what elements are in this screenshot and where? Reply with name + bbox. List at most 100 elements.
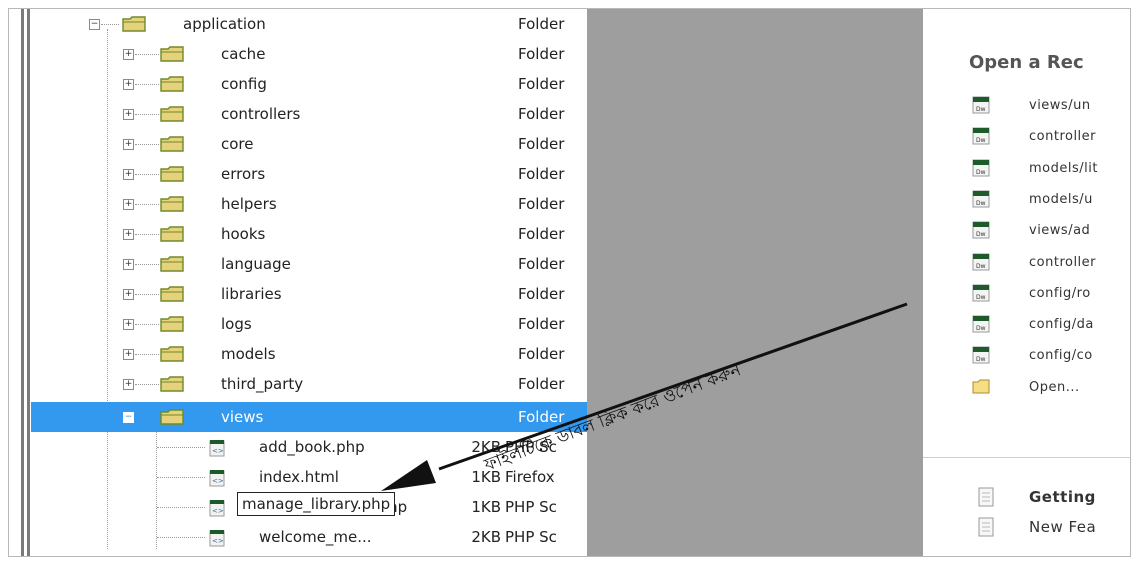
recent-file-link[interactable]: views/un xyxy=(1029,98,1091,113)
svg-text:Dw: Dw xyxy=(976,231,986,238)
expand-icon[interactable]: + xyxy=(123,289,134,300)
tree-root-row[interactable]: − application Folder xyxy=(31,9,587,39)
tree-connector xyxy=(135,54,159,55)
file-name: index.html xyxy=(259,468,339,486)
folder-name: views xyxy=(221,408,264,426)
expand-icon[interactable]: + xyxy=(123,199,134,210)
tree-connector xyxy=(135,84,159,85)
dreamweaver-file-icon: Dw xyxy=(972,221,990,239)
tree-folder-row[interactable]: + language Folder xyxy=(31,249,587,279)
recent-file-link[interactable]: config/ro xyxy=(1029,286,1091,301)
tree-connector xyxy=(135,174,159,175)
tree-folder-row[interactable]: + errors Folder xyxy=(31,159,587,189)
folder-icon xyxy=(160,106,184,122)
tree-connector xyxy=(135,294,159,295)
tree-connector xyxy=(135,264,159,265)
tree-connector xyxy=(101,24,119,25)
folder-icon xyxy=(160,409,184,425)
expand-icon[interactable]: + xyxy=(123,139,134,150)
file-name: welcome_me... xyxy=(259,528,372,546)
tree-folder-row[interactable]: + cache Folder xyxy=(31,39,587,69)
folder-icon xyxy=(160,226,184,242)
tree-folder-row[interactable]: + config Folder xyxy=(31,69,587,99)
document-icon xyxy=(978,487,994,507)
tree-connector xyxy=(135,234,159,235)
edge-bar xyxy=(21,9,24,556)
tree-connector xyxy=(135,354,159,355)
dreamweaver-file-icon: Dw xyxy=(972,346,990,364)
folder-type: Folder xyxy=(518,315,565,333)
recent-file-link[interactable]: controller xyxy=(1029,129,1096,144)
file-name: add_book.php xyxy=(259,438,365,456)
expand-icon[interactable]: + xyxy=(123,319,134,330)
expand-icon[interactable]: + xyxy=(123,79,134,90)
php-file-icon: <> xyxy=(209,440,225,457)
php-file-icon: <> xyxy=(209,500,225,517)
tree-folder-row-selected[interactable]: − views Folder xyxy=(31,402,587,432)
left-edge-bars xyxy=(21,9,31,556)
folder-type: Folder xyxy=(518,165,565,183)
dreamweaver-file-icon: Dw xyxy=(972,253,990,270)
tree-folder-row[interactable]: + models Folder xyxy=(31,339,587,369)
collapse-icon[interactable]: − xyxy=(123,412,134,423)
tree-connector xyxy=(157,537,205,538)
tree-folder-row[interactable]: + logs Folder xyxy=(31,309,587,339)
tree-connector xyxy=(135,144,159,145)
recent-file-link[interactable]: config/da xyxy=(1029,317,1094,332)
folder-icon xyxy=(160,136,184,152)
file-tree: − application Folder + cache Folder + config… xyxy=(31,9,587,556)
folder-name: cache xyxy=(221,45,266,63)
folder-icon xyxy=(122,16,146,32)
dreamweaver-file-icon: Dw xyxy=(972,96,990,114)
help-link[interactable]: Getting xyxy=(1029,488,1096,506)
tree-folder-row[interactable]: + helpers Folder xyxy=(31,189,587,219)
expand-icon[interactable]: + xyxy=(123,379,134,390)
folder-name: language xyxy=(221,255,291,273)
expand-icon[interactable]: + xyxy=(123,229,134,240)
expand-icon[interactable]: + xyxy=(123,169,134,180)
folder-name: errors xyxy=(221,165,266,183)
tree-connector xyxy=(135,204,159,205)
folder-type: Folder xyxy=(518,135,565,153)
folder-name: models xyxy=(221,345,276,363)
expand-icon[interactable]: + xyxy=(123,259,134,270)
tree-folder-row[interactable]: + libraries Folder xyxy=(31,279,587,309)
document-area xyxy=(587,9,923,556)
file-size: 1KB xyxy=(471,498,501,516)
recent-file-link[interactable]: models/lit xyxy=(1029,161,1098,176)
recent-file-link[interactable]: models/u xyxy=(1029,192,1093,207)
dreamweaver-window: − application Folder + cache Folder + config… xyxy=(8,8,1131,557)
svg-text:Dw: Dw xyxy=(976,294,986,301)
tree-folder-row[interactable]: + controllers Folder xyxy=(31,99,587,129)
open-link[interactable]: Open... xyxy=(1029,380,1080,395)
svg-text:<>: <> xyxy=(212,537,224,545)
tree-folder-row[interactable]: + hooks Folder xyxy=(31,219,587,249)
dreamweaver-file-icon: Dw xyxy=(972,159,990,177)
folder-name: logs xyxy=(221,315,252,333)
folder-type: Folder xyxy=(518,195,565,213)
expand-icon[interactable]: + xyxy=(123,109,134,120)
svg-text:Dw: Dw xyxy=(976,106,986,113)
dreamweaver-file-icon: Dw xyxy=(972,315,990,333)
expand-icon[interactable]: + xyxy=(123,49,134,60)
recent-file-link[interactable]: views/ad xyxy=(1029,223,1090,238)
collapse-icon[interactable]: − xyxy=(89,19,100,30)
recent-file-link[interactable]: config/co xyxy=(1029,348,1093,363)
recent-file-link[interactable]: controller xyxy=(1029,255,1096,270)
folder-type: Folder xyxy=(518,45,565,63)
tree-file-row[interactable]: <> welcome_me... 2KB PHP Sc xyxy=(31,522,587,552)
folder-icon xyxy=(160,76,184,92)
expand-icon[interactable]: + xyxy=(123,349,134,360)
svg-text:<>: <> xyxy=(212,477,224,485)
tree-file-row[interactable]: <> add_book.php 2KB PHP Sc xyxy=(31,432,587,462)
folder-name: hooks xyxy=(221,225,266,243)
file-size: 2KB xyxy=(471,438,501,456)
folder-icon xyxy=(160,346,184,362)
tree-folder-row[interactable]: + third_party Folder xyxy=(31,369,587,399)
tree-connector xyxy=(135,114,159,115)
help-link[interactable]: New Fea xyxy=(1029,518,1096,536)
file-type: Firefox xyxy=(505,468,555,486)
tree-file-row[interactable]: <> index.html 1KB Firefox xyxy=(31,462,587,492)
tree-folder-row[interactable]: + core Folder xyxy=(31,129,587,159)
folder-type: Folder xyxy=(518,105,565,123)
